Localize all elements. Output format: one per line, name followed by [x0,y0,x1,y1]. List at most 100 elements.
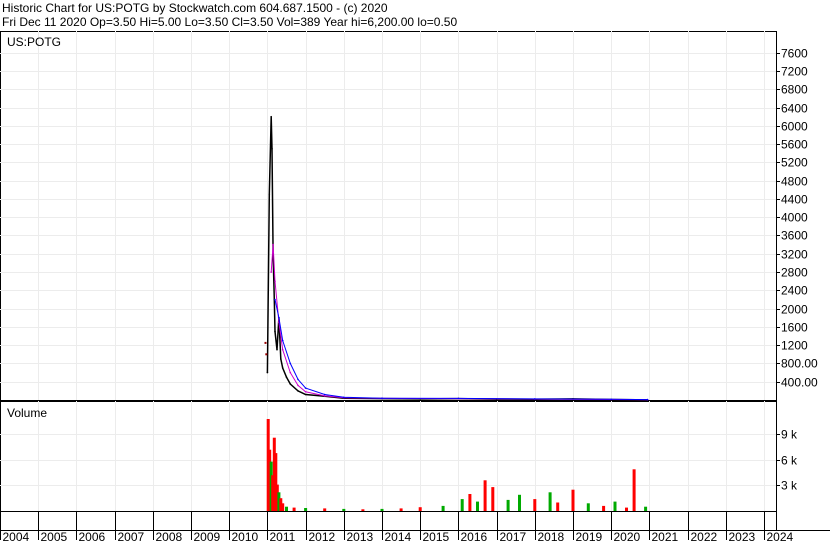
price-tick-label: 6400 [781,102,808,116]
price-tick-label: 7200 [781,65,808,79]
price-point-3 [610,398,612,401]
volume-bar [304,508,308,511]
volume-bar [518,494,521,511]
volume-bar [460,499,464,511]
price-point-3 [381,397,383,400]
volume-bar [483,480,487,511]
price-point-3 [297,378,299,381]
price-point-2 [274,280,276,283]
price-series-line-1 [266,116,648,401]
price-point-2 [323,395,326,397]
price-tick-label: 5600 [781,138,808,152]
price-outlier-point [265,353,268,356]
price-point-2 [281,348,284,351]
price-tick-label: 6800 [781,83,808,97]
price-point-3 [646,398,649,401]
price-tick-label: 5200 [781,156,808,170]
price-point-1 [274,330,276,333]
price-point-1 [281,367,284,369]
price-point-3 [304,387,307,389]
volume-tick-label: 3 k [781,479,798,493]
volume-bar [506,499,510,511]
price-point-1 [297,390,299,392]
volume-bar [399,508,403,511]
price-point-3 [457,397,460,400]
x-tick-label: 2020 [614,530,641,543]
price-tick-label: 3200 [781,248,808,262]
volume-bar [361,509,365,511]
volume-bar [602,505,606,511]
volume-bar [644,506,648,511]
price-point-1 [289,383,292,385]
volume-bar [380,508,384,511]
price-tick-label: 4800 [781,175,808,189]
x-tick-label: 2016 [461,530,488,543]
volume-bar [571,489,575,511]
price-series-line-3 [274,299,648,401]
price-point-1 [268,193,271,196]
volume-tick-label: 6 k [781,454,798,468]
price-point-1 [280,358,282,360]
volume-bar [342,508,346,511]
price-panel [264,115,649,401]
volume-panel-label: Volume [7,406,47,420]
x-axis-border [0,511,777,531]
price-point-3 [281,339,284,342]
volume-bar [586,503,590,511]
price-point-1 [271,147,273,150]
volume-bar [476,501,479,511]
x-tick-label: 2010 [232,530,259,543]
x-tick-label: 2008 [156,530,183,543]
price-point-2 [289,371,292,374]
price-point-1 [266,371,269,374]
price-tick-label: 6000 [781,120,808,134]
historic-chart: 2004 2005 2006 2007 2008 2009 2010 2011 2012 2013… [0,31,830,543]
price-point-2 [270,271,273,273]
price-tick-label: 1200 [781,339,808,353]
price-tick-label: 2400 [781,284,808,298]
price-point-1 [276,348,278,351]
price-point-1 [270,115,273,118]
x-tick-label: 2017 [500,530,527,543]
chart-frame [0,31,830,531]
x-tick-label: 2006 [79,530,106,543]
price-point-3 [278,316,280,319]
chart-labels: 2004 2005 2006 2007 2008 2009 2010 2011 2012 2013… [3,35,819,543]
price-point-3 [289,362,292,365]
x-tick-label: 2019 [576,530,603,543]
volume-bar [533,499,537,511]
price-tick-label: 4400 [781,193,808,207]
volume-bar [548,492,552,511]
volume-bar [632,469,636,511]
x-tick-label: 2021 [652,530,679,543]
x-tick-label: 2013 [347,530,374,543]
price-tick-label: 800.00 [781,357,818,371]
price-tick-label: 7600 [781,47,808,61]
price-point-3 [274,298,276,301]
x-tick-label: 2004 [3,530,30,543]
volume-bar [625,507,628,511]
volume-bar [323,508,327,511]
price-tick-label: 4000 [781,211,808,225]
price-tick-label: 2800 [781,266,808,280]
price-outlier-point [264,341,267,344]
volume-bar [418,507,422,511]
volume-bar [292,507,296,511]
price-tick-label: 1600 [781,321,808,335]
price-tick-label: 3600 [781,229,808,243]
volume-bar [285,506,288,511]
x-tick-label: 2023 [729,530,756,543]
price-point-2 [304,391,307,393]
price-point-3 [343,396,345,399]
volume-panel [266,419,648,511]
price-tick-label: 2000 [781,303,808,317]
chart-grid [0,31,780,540]
x-tick-label: 2014 [385,530,412,543]
price-point-2 [297,384,299,387]
volume-bar [468,494,472,511]
price-panel-label: US:POTG [7,35,61,49]
x-tick-label: 2015 [423,530,450,543]
x-tick-label: 2005 [41,530,68,543]
x-tick-label: 2007 [118,530,145,543]
x-tick-label: 2018 [538,530,565,543]
